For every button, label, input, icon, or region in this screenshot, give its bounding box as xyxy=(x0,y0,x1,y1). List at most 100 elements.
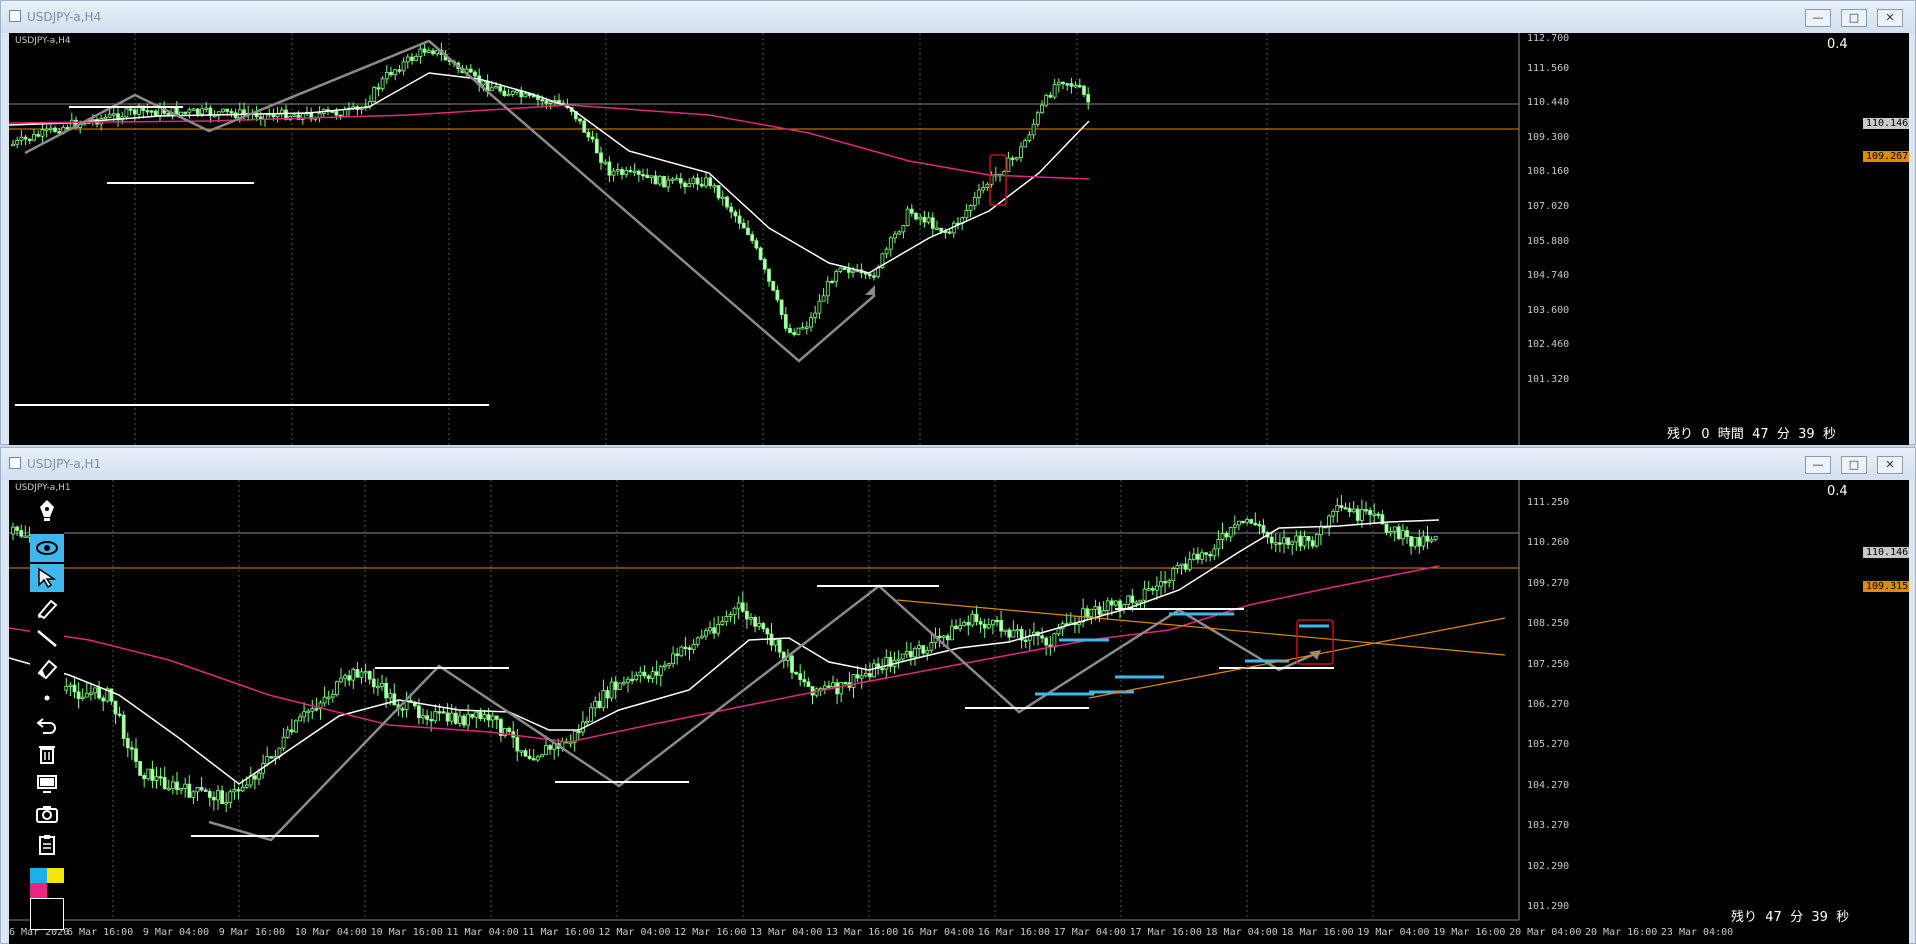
candle-body xyxy=(1069,83,1074,87)
candle-body xyxy=(802,679,807,683)
candle-body xyxy=(796,327,801,335)
candle-body xyxy=(670,178,675,181)
candle-body xyxy=(490,715,495,721)
candle-body xyxy=(1360,509,1364,521)
candle-body xyxy=(1093,606,1098,610)
h4-titlebar[interactable]: USDJPY-a,H4 — □ ✕ xyxy=(1,1,1915,33)
cursor-icon[interactable] xyxy=(30,564,64,592)
h4-chart-canvas[interactable]: USDJPY-a,H4 0.4 残り 0 時間 47 分 39 秒 112.70… xyxy=(9,33,1909,445)
candle-body xyxy=(653,175,658,185)
candle-body xyxy=(482,714,487,720)
candle-body xyxy=(1086,94,1091,103)
candle-body xyxy=(170,781,175,789)
maximize-button[interactable]: □ xyxy=(1841,9,1867,27)
candle-body xyxy=(641,174,645,177)
candle-body xyxy=(195,787,200,793)
candle-body xyxy=(904,651,909,655)
time-tick-label: 9 Mar 16:00 xyxy=(218,927,286,938)
close-button[interactable]: ✕ xyxy=(1877,456,1903,474)
candle-body xyxy=(1105,600,1110,611)
camera-icon[interactable] xyxy=(30,800,64,828)
candle-body xyxy=(761,623,766,630)
candle-body xyxy=(1405,530,1409,537)
candle-body xyxy=(800,327,805,330)
candle-body xyxy=(422,48,427,53)
h1-titlebar[interactable]: USDJPY-a,H1 — □ ✕ xyxy=(1,448,1915,480)
close-button[interactable]: ✕ xyxy=(1877,9,1903,27)
candle-body xyxy=(89,692,93,695)
maximize-button[interactable]: □ xyxy=(1841,456,1867,474)
candle-body xyxy=(32,134,36,141)
candle-body xyxy=(995,619,999,623)
undo-icon[interactable] xyxy=(30,710,64,738)
candle-body xyxy=(728,614,733,617)
candle-body xyxy=(183,111,188,115)
clipboard-icon[interactable] xyxy=(30,830,64,858)
time-tick-label: 6 Mar 16:00 xyxy=(67,927,134,938)
candle-body xyxy=(449,712,454,722)
candle-body xyxy=(827,685,831,688)
minimize-button[interactable]: — xyxy=(1805,9,1831,27)
candle-body xyxy=(630,678,634,682)
price-tick-label: 102.460 xyxy=(1527,339,1570,351)
candle-body xyxy=(683,646,688,650)
candle-body xyxy=(947,231,952,234)
candle-body xyxy=(945,635,950,641)
trash-icon[interactable] xyxy=(30,740,64,768)
candle-body xyxy=(586,131,591,138)
candle-body xyxy=(733,211,738,217)
monitor-icon[interactable] xyxy=(30,770,64,798)
candle-body xyxy=(671,653,675,665)
candle-body xyxy=(1146,588,1151,591)
candle-body xyxy=(970,613,975,626)
price-tick-label: 104.740 xyxy=(1527,270,1570,282)
eraser-icon[interactable] xyxy=(30,654,64,682)
candle-body xyxy=(544,100,549,104)
candle-body xyxy=(531,758,536,761)
candle-body xyxy=(597,700,602,709)
candle-body xyxy=(741,222,746,229)
candle-body xyxy=(1023,140,1028,148)
candle-body xyxy=(712,185,717,188)
candle-body xyxy=(884,248,889,255)
candle-body xyxy=(187,783,192,798)
time-tick-label: 13 Mar 16:00 xyxy=(826,927,899,938)
candle-body xyxy=(1130,595,1135,603)
candle-body xyxy=(593,700,598,709)
candle-body xyxy=(1191,553,1196,560)
candle-body xyxy=(441,711,446,714)
candle-body xyxy=(917,645,921,649)
current-price-box: 110.146 xyxy=(1863,547,1909,558)
candle-body xyxy=(242,109,246,115)
candle-body xyxy=(281,736,286,749)
candle-body xyxy=(351,669,356,681)
candle-body xyxy=(397,69,402,72)
candle-body xyxy=(302,711,307,718)
candle-body xyxy=(1114,600,1118,606)
dot-icon[interactable] xyxy=(30,684,64,712)
candle-body xyxy=(935,227,939,231)
candle-body xyxy=(494,715,499,720)
candle-body xyxy=(658,666,663,676)
candle-body xyxy=(1249,519,1254,524)
candle-body xyxy=(1306,535,1311,542)
minimize-button[interactable]: — xyxy=(1805,456,1831,474)
candle-body xyxy=(914,212,918,220)
candle-body xyxy=(343,675,348,679)
price-tick-label: 111.560 xyxy=(1527,62,1570,74)
candle-body xyxy=(19,136,24,141)
pencil-icon[interactable] xyxy=(30,594,64,622)
candle-body xyxy=(954,625,958,630)
eye-icon[interactable] xyxy=(30,534,64,562)
pen-icon[interactable] xyxy=(30,496,64,524)
candle-body xyxy=(704,177,708,187)
candle-body xyxy=(863,672,868,677)
candle-body xyxy=(589,707,593,722)
candle-body xyxy=(615,169,620,172)
candle-body xyxy=(285,729,290,738)
color-palette[interactable] xyxy=(30,868,64,930)
candle-body xyxy=(523,750,528,757)
candle-body xyxy=(1085,608,1090,618)
line-icon[interactable] xyxy=(30,624,64,652)
h1-chart-canvas[interactable]: USDJPY-a,H1 0.4 残り 47 分 39 秒 111.250 110.… xyxy=(9,480,1909,944)
